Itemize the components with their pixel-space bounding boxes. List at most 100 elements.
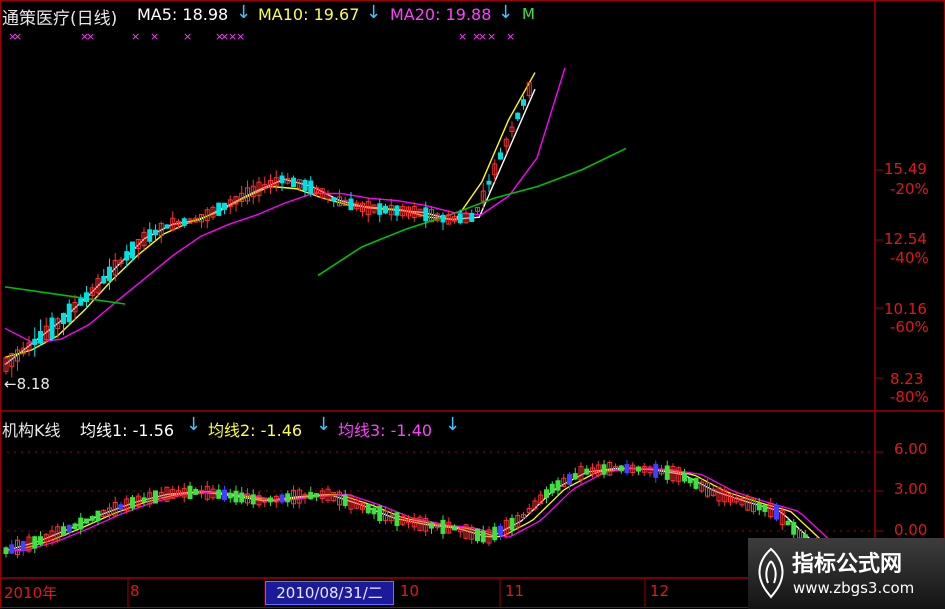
candle-down <box>164 224 170 229</box>
sub-candle-down <box>371 507 377 515</box>
avg-line-3-arrow-icon: ↓ <box>445 414 461 435</box>
sub-candle-down <box>480 530 486 543</box>
sub-candle-down <box>187 485 193 500</box>
signal-mark: × <box>458 30 467 43</box>
date-axis-year: 2010年 <box>4 584 58 602</box>
candle-down <box>78 298 84 306</box>
candle-down <box>61 312 66 325</box>
cursor-date-box[interactable]: 2010/08/31/二 <box>265 581 394 605</box>
watermark-title: 指标公式网 <box>792 552 903 577</box>
sub-candle-down <box>687 477 693 484</box>
candle-down <box>107 266 112 281</box>
candle-down <box>84 292 89 303</box>
sub-candle-down <box>9 544 15 554</box>
candle-down <box>130 241 135 259</box>
sub-candle-down <box>342 494 348 507</box>
sub-candle-down <box>32 536 38 549</box>
sub-candle-down <box>268 497 273 503</box>
sub-candle-down <box>567 473 572 485</box>
ma10-arrow-icon: ↓ <box>366 2 382 23</box>
sub-candle-down <box>624 464 630 474</box>
sub-candle-down <box>682 473 687 482</box>
signal-mark: × <box>150 30 159 43</box>
sub-candle-down <box>153 490 158 504</box>
ma10-label: MA10: 19.67 <box>258 5 360 24</box>
sub-candle-down <box>216 489 222 499</box>
sub-candle-down <box>429 522 434 529</box>
price-axis-label: 12.54 <box>884 230 927 248</box>
sub-candle-down <box>365 504 371 514</box>
sub-candle-down <box>440 519 446 534</box>
candle-down <box>348 198 354 211</box>
candle-down <box>216 202 222 216</box>
candle-down <box>49 317 55 339</box>
sub-candle-down <box>308 492 314 500</box>
ma10-line <box>4 72 536 359</box>
sub-axis-label: 0.00 <box>894 521 928 539</box>
candle-down <box>302 179 308 191</box>
sub-chart-title: 机构K线 <box>2 421 61 440</box>
sub-candle-down <box>285 493 291 503</box>
candle-down <box>101 275 107 284</box>
sub-candle-down <box>250 494 256 505</box>
candle-down <box>521 99 526 106</box>
sub-candle-down <box>653 463 659 478</box>
avg-line-1-arrow-icon: ↓ <box>186 414 202 435</box>
avg-line-2 <box>6 467 846 552</box>
sub-candle-down <box>555 480 561 491</box>
sub-candle-down <box>791 522 797 535</box>
extra-indicator-label: M <box>522 5 535 23</box>
sub-candle-down <box>118 504 124 510</box>
sub-candle-down <box>193 488 199 495</box>
pct-axis-label: -40% <box>890 249 929 267</box>
signal-mark: × <box>236 30 245 43</box>
signal-mark: × <box>131 30 140 43</box>
sub-candle-down <box>693 478 699 489</box>
candle-down <box>181 218 187 226</box>
candle-down <box>153 229 158 236</box>
watermark-logo-icon <box>758 547 784 599</box>
sub-candle-down <box>762 504 768 512</box>
candle-down <box>308 180 314 195</box>
candle-down <box>498 152 503 160</box>
price-axis-label: 15.49 <box>884 160 927 178</box>
sub-candle-down <box>61 526 66 536</box>
signal-mark: × <box>183 30 192 43</box>
ma20-label: MA20: 19.88 <box>390 5 492 24</box>
sub-candle-down <box>377 505 383 522</box>
sub-candle-down <box>544 489 549 498</box>
candle-down <box>38 331 43 344</box>
avg-line-3-label: 均线3: -1.40 <box>338 421 433 440</box>
sub-candle-down <box>452 526 457 531</box>
sub-candle-down <box>618 465 624 472</box>
avg-line-2-arrow-icon: ↓ <box>316 414 332 435</box>
watermark-url: www.zbgs3.com <box>793 579 915 597</box>
sub-candle-down <box>84 518 89 524</box>
sub-candle-down <box>227 492 233 499</box>
site-watermark: 指标公式网 www.zbgs3.com <box>748 538 945 609</box>
candle-down <box>147 229 153 242</box>
sub-candle-down <box>130 497 135 509</box>
sub-candle-down <box>636 466 641 472</box>
sub-axis-label: 6.00 <box>894 440 928 458</box>
sub-candle-down <box>239 492 245 503</box>
ma5-line <box>4 88 536 366</box>
signal-mark: × <box>487 30 496 43</box>
stock-chart[interactable]: ×× ×× × × × ×××× × ×× × × <box>0 0 945 609</box>
sub-candle-down <box>78 517 84 530</box>
chart-frame <box>0 0 945 608</box>
candle-down <box>32 338 38 345</box>
candle-down <box>222 202 227 210</box>
sub-candle-down <box>222 489 227 501</box>
sub-candle-down <box>475 528 480 542</box>
candle-down <box>440 214 446 223</box>
candle-down <box>331 197 337 202</box>
sub-candle-down <box>664 465 670 480</box>
candle-down <box>279 175 285 184</box>
sub-candle-down <box>38 536 43 545</box>
candle-down <box>515 112 521 120</box>
avg-line-1-label: 均线1: -1.56 <box>80 421 175 440</box>
sub-candle-down <box>233 490 239 503</box>
sub-candle-down <box>72 523 78 529</box>
sub-candle-down <box>774 504 779 520</box>
